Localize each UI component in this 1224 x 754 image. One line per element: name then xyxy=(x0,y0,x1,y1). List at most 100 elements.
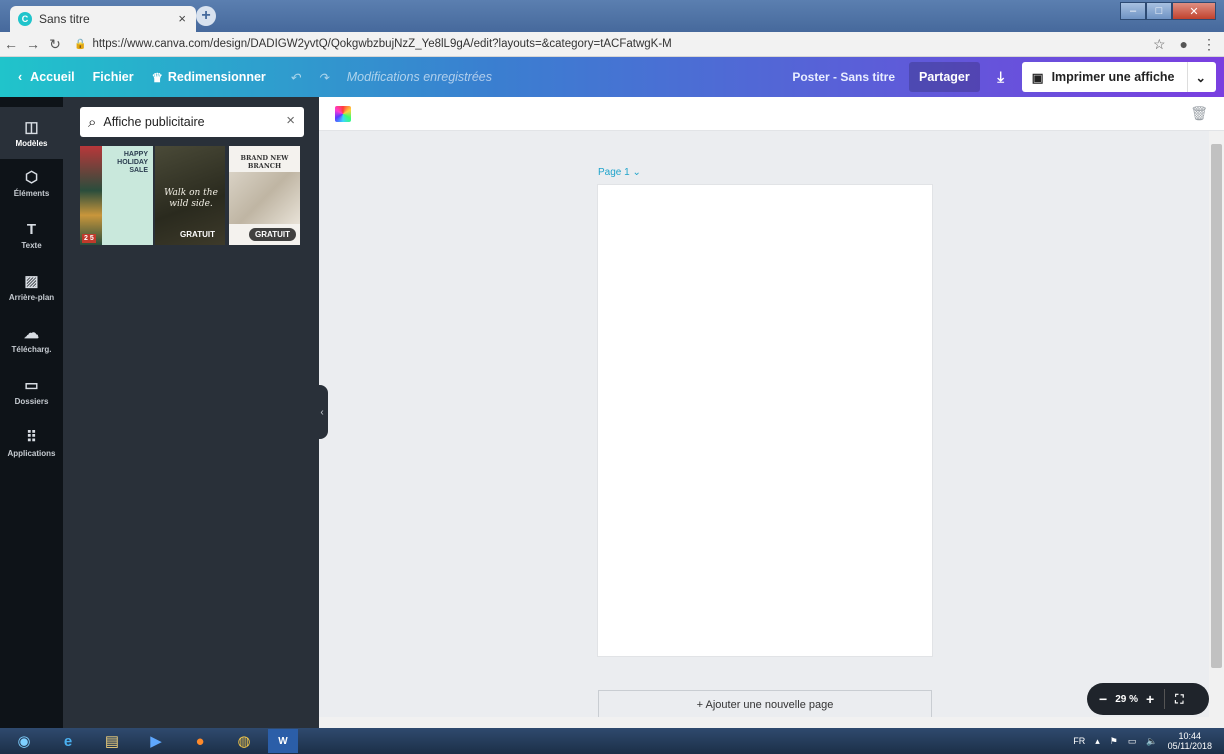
share-button[interactable]: Partager xyxy=(909,62,980,92)
template-thumbnail[interactable]: Walk on the wild side. GRATUIT xyxy=(155,146,225,245)
canva-favicon-icon: C xyxy=(18,12,32,26)
profile-icon[interactable]: ● xyxy=(1180,36,1188,53)
language-indicator[interactable]: FR xyxy=(1073,736,1085,746)
design-title[interactable]: Poster - Sans titre xyxy=(792,70,895,84)
print-poster-button[interactable]: ▣ Imprimer une affiche ⌄ xyxy=(1021,62,1216,92)
resize-label: Redimensionner xyxy=(167,70,266,84)
file-label: Fichier xyxy=(92,70,134,84)
reload-icon[interactable]: ↻ xyxy=(44,36,66,53)
new-tab-button[interactable]: + xyxy=(196,6,216,26)
screen: C Sans titre × + – □ ✕ ← → ↻ 🔒 https://w… xyxy=(0,0,1224,754)
resize-button[interactable]: ♛ Redimensionner xyxy=(152,70,266,85)
print-icon: ▣ xyxy=(1031,70,1044,85)
rail-item-label: Arrière-plan xyxy=(8,293,55,302)
tab-title: Sans titre xyxy=(39,12,90,26)
text-icon: T xyxy=(26,220,37,238)
file-menu[interactable]: Fichier xyxy=(93,70,134,84)
bookmark-star-icon[interactable]: ☆ xyxy=(1153,36,1166,53)
template-thumbnail[interactable]: HAPPY HOLIDAY SALE 2 5 xyxy=(80,146,153,245)
apps-icon: ⠿ xyxy=(26,429,37,446)
volume-icon[interactable]: 🔈 xyxy=(1146,736,1157,747)
file-explorer-icon[interactable]: ▤ xyxy=(92,729,132,753)
free-badge: GRATUIT xyxy=(249,228,296,241)
zoom-in-button[interactable]: + xyxy=(1146,691,1154,707)
rail-item-label: Éléments xyxy=(13,189,50,198)
fullscreen-icon[interactable]: ⛶ xyxy=(1175,692,1183,707)
chevron-left-icon: ‹ xyxy=(18,70,23,84)
add-page-button[interactable]: + Ajouter une nouvelle page xyxy=(598,690,932,718)
template-title: BRAND NEW BRANCH xyxy=(240,154,289,170)
chrome-icon[interactable]: ◍ xyxy=(224,729,264,753)
background-icon: ▨ xyxy=(24,273,39,290)
clock-time: 10:44 xyxy=(1178,731,1202,741)
desk-photo-image xyxy=(229,172,300,224)
page-label[interactable]: Page 1 ⌄ xyxy=(598,167,641,178)
firefox-icon[interactable]: ● xyxy=(180,729,220,753)
browser-tab-strip: C Sans titre × + – □ ✕ xyxy=(0,0,1224,32)
rail-item-text[interactable]: T Texte xyxy=(0,209,63,261)
minimize-button[interactable]: – xyxy=(1120,2,1146,20)
url-field[interactable]: https://www.canva.com/design/DADIGW2yvtQ… xyxy=(92,38,671,50)
maximize-button[interactable]: □ xyxy=(1146,2,1172,20)
system-tray: FR ▴ ⚑ ▭ 🔈 10:44 05/11/2018 xyxy=(1073,728,1212,754)
internet-explorer-icon[interactable]: e xyxy=(48,729,88,753)
clock[interactable]: 10:44 05/11/2018 xyxy=(1168,731,1212,751)
rail-item-label: Applications xyxy=(7,449,56,458)
divider xyxy=(1186,62,1188,92)
template-digits: 2 5 xyxy=(82,234,96,243)
upload-icon: ☁ xyxy=(24,325,39,342)
close-tab-icon[interactable]: × xyxy=(178,11,186,26)
rail-item-label: Télécharg. xyxy=(11,345,52,354)
clock-date: 05/11/2018 xyxy=(1167,741,1212,751)
menu-dots-icon[interactable]: ⋮ xyxy=(1202,36,1216,53)
rail-item-label: Modèles xyxy=(15,139,48,148)
vertical-scroll-thumb[interactable] xyxy=(1211,144,1222,668)
network-icon[interactable]: ▭ xyxy=(1128,736,1137,747)
rail-item-templates[interactable]: ◫ Modèles xyxy=(0,107,63,159)
lock-icon: 🔒 xyxy=(74,38,87,50)
close-window-button[interactable]: ✕ xyxy=(1172,2,1216,20)
template-thumbnail[interactable]: BRAND NEW BRANCH GRATUIT xyxy=(229,146,300,245)
rail-item-background[interactable]: ▨ Arrière-plan xyxy=(0,261,63,313)
elements-icon: ⬡ xyxy=(24,169,39,186)
window-controls: – □ ✕ xyxy=(1120,2,1216,20)
undo-button[interactable]: ↶ xyxy=(290,70,300,85)
word-icon[interactable]: W xyxy=(268,729,298,753)
zoom-level[interactable]: 29 % xyxy=(1115,694,1138,705)
design-page[interactable] xyxy=(598,185,932,656)
clear-search-icon[interactable]: × xyxy=(286,112,295,129)
address-bar: ← → ↻ 🔒 https://www.canva.com/design/DAD… xyxy=(0,32,1224,57)
chevron-down-icon[interactable]: ⌄ xyxy=(1196,70,1206,85)
flag-icon[interactable]: ⚑ xyxy=(1110,736,1118,747)
rail-item-label: Dossiers xyxy=(14,397,49,406)
trash-icon[interactable]: 🗑 xyxy=(1190,105,1208,122)
header-right: Poster - Sans titre Partager ⤓ ▣ Imprime… xyxy=(792,62,1216,92)
canva-header: ‹ Accueil Fichier ♛ Redimensionner ↶ ↷ M… xyxy=(0,57,1224,97)
browser-tab[interactable]: C Sans titre × xyxy=(10,6,196,32)
home-button[interactable]: ‹ Accueil xyxy=(18,70,75,84)
template-title: HAPPY HOLIDAY SALE xyxy=(117,151,148,174)
rail-item-folders[interactable]: ▭ Dossiers xyxy=(0,365,63,417)
templates-icon: ◫ xyxy=(24,119,39,136)
download-icon[interactable]: ⤓ xyxy=(986,62,1016,92)
back-arrow-icon[interactable]: ← xyxy=(0,36,22,52)
search-input[interactable]: ⌕ Affiche publicitaire × xyxy=(80,107,304,137)
rail-item-apps[interactable]: ⠿ Applications xyxy=(0,417,63,469)
saved-status: Modifications enregistrées xyxy=(346,70,492,84)
zoom-out-button[interactable]: − xyxy=(1099,691,1107,707)
divider xyxy=(1164,689,1166,709)
address-bar-actions: ☆ ● ⋮ xyxy=(1153,36,1216,53)
rail-item-elements[interactable]: ⬡ Éléments xyxy=(0,157,63,209)
tray-arrow-icon[interactable]: ▴ xyxy=(1095,736,1100,747)
media-player-icon[interactable]: ▶ xyxy=(136,729,176,753)
start-button-icon[interactable]: ◉ xyxy=(4,729,44,753)
rail-item-uploads[interactable]: ☁ Télécharg. xyxy=(0,313,63,365)
collapse-panel-button[interactable]: ‹ xyxy=(316,385,328,439)
templates-panel: ⌕ Affiche publicitaire × HAPPY HOLIDAY S… xyxy=(63,97,319,728)
color-picker-icon[interactable] xyxy=(335,106,351,122)
forward-arrow-icon[interactable]: → xyxy=(22,36,44,52)
folder-icon: ▭ xyxy=(24,377,39,394)
horizontal-scrollbar[interactable] xyxy=(319,717,1209,728)
rail-item-label: Texte xyxy=(21,240,42,250)
redo-button[interactable]: ↷ xyxy=(318,70,328,85)
